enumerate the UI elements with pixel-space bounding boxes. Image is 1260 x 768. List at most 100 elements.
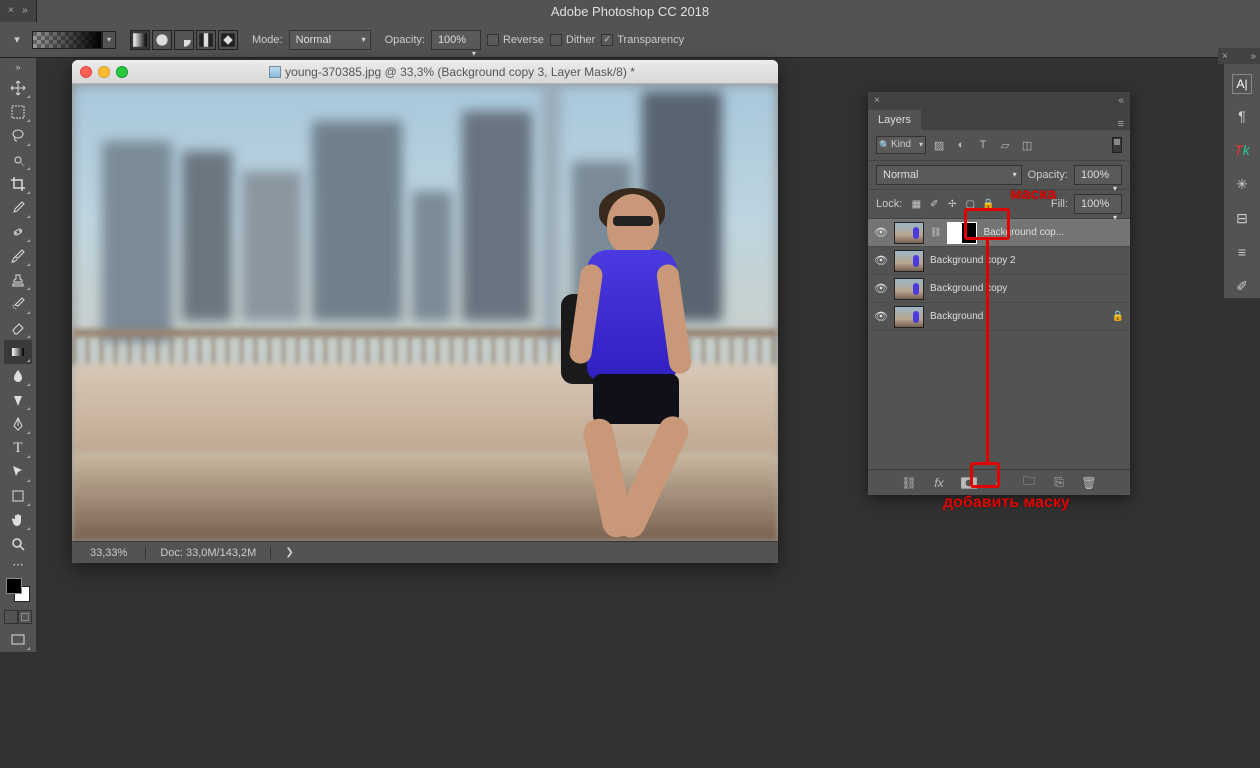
layer-row[interactable]: 👁 Background 🔒 <box>868 303 1130 331</box>
gradient-type-diamond[interactable] <box>218 30 238 50</box>
crop-tool[interactable] <box>4 172 32 196</box>
layer-row[interactable]: 👁 Background copy <box>868 275 1130 303</box>
type-tool[interactable]: T <box>4 436 32 460</box>
layer-thumbnail[interactable] <box>894 278 924 300</box>
layer-row[interactable]: 👁 ⛓ Background cop... <box>868 219 1130 247</box>
dither-checkbox[interactable]: Dither <box>550 34 595 46</box>
screen-mode[interactable] <box>4 628 32 652</box>
brush-tool[interactable] <box>4 244 32 268</box>
history-brush-tool[interactable] <box>4 292 32 316</box>
adjustments-panel-icon[interactable]: ≡ <box>1230 240 1254 264</box>
eraser-tool[interactable] <box>4 316 32 340</box>
healing-tool[interactable] <box>4 220 32 244</box>
quick-select-tool[interactable] <box>4 148 32 172</box>
gradient-tool[interactable] <box>4 340 32 364</box>
fill-dropdown[interactable]: 100% <box>1074 194 1122 214</box>
layer-name[interactable]: Background cop... <box>983 227 1124 238</box>
navigator-panel-icon[interactable]: ✳ <box>1230 172 1254 196</box>
gradient-picker-dropdown[interactable]: ▾ <box>102 31 116 49</box>
filter-kind-dropdown[interactable]: Kind <box>876 136 926 154</box>
opacity-dropdown[interactable]: 100% <box>431 30 481 50</box>
layer-name[interactable]: Background copy 2 <box>930 255 1124 266</box>
zoom-tool[interactable] <box>4 532 32 556</box>
minimized-panel-tab[interactable]: × » <box>0 0 37 22</box>
standard-mode-icon[interactable] <box>4 610 18 624</box>
dodge-tool[interactable] <box>4 388 32 412</box>
gradient-type-reflected[interactable] <box>196 30 216 50</box>
layer-opacity-dropdown[interactable]: 100% <box>1074 165 1122 185</box>
lock-all-icon[interactable]: 🔒 <box>980 196 996 212</box>
character-panel-icon[interactable]: A| <box>1232 74 1252 94</box>
layers-panel-menu[interactable]: ≡ <box>1112 118 1130 130</box>
window-zoom-icon[interactable] <box>116 66 128 78</box>
path-select-tool[interactable] <box>4 460 32 484</box>
zoom-level[interactable]: 33,33% <box>72 547 146 559</box>
properties-panel-icon[interactable]: ⊟ <box>1230 206 1254 230</box>
visibility-toggle[interactable]: 👁 <box>874 226 888 239</box>
gradient-preview[interactable] <box>32 31 102 49</box>
layer-row[interactable]: 👁 Background copy 2 <box>868 247 1130 275</box>
layer-name[interactable]: Background copy <box>930 283 1124 294</box>
filter-type-icon[interactable]: T <box>974 137 992 153</box>
marquee-tool[interactable] <box>4 100 32 124</box>
visibility-toggle[interactable]: 👁 <box>874 282 888 295</box>
quick-mask-icon[interactable] <box>18 610 32 624</box>
delete-layer-button[interactable]: 🗑 <box>1080 474 1098 492</box>
document-titlebar[interactable]: young-370385.jpg @ 33,3% (Background cop… <box>72 60 778 84</box>
layer-style-button[interactable]: fx <box>930 474 948 492</box>
lock-transparency-icon[interactable]: ▦ <box>908 196 924 212</box>
filter-toggle[interactable] <box>1112 137 1122 153</box>
lock-position-icon[interactable]: ✢ <box>944 196 960 212</box>
mask-link-icon[interactable]: ⛓ <box>930 227 941 238</box>
strip-close-icon[interactable]: × <box>1222 51 1228 62</box>
gradient-type-angle[interactable] <box>174 30 194 50</box>
eyedropper-tool[interactable] <box>4 196 32 220</box>
mode-dropdown[interactable]: Normal <box>289 30 371 50</box>
visibility-toggle[interactable]: 👁 <box>874 310 888 323</box>
lock-pixels-icon[interactable]: ✐ <box>926 196 942 212</box>
shape-tool[interactable] <box>4 484 32 508</box>
hand-tool[interactable] <box>4 508 32 532</box>
filter-smart-icon[interactable]: ◫ <box>1018 137 1036 153</box>
transparency-checkbox[interactable]: ✓Transparency <box>601 34 684 46</box>
tk-panel-icon[interactable]: Tk <box>1230 138 1254 162</box>
visibility-toggle[interactable]: 👁 <box>874 254 888 267</box>
panel-collapse-icon[interactable]: « <box>1118 95 1124 106</box>
window-minimize-icon[interactable] <box>98 66 110 78</box>
gradient-type-linear[interactable] <box>130 30 150 50</box>
layer-thumbnail[interactable] <box>894 222 924 244</box>
tool-preset-picker[interactable]: ▾ <box>8 31 26 49</box>
layer-name[interactable]: Background <box>930 311 1106 322</box>
pen-tool[interactable] <box>4 412 32 436</box>
new-layer-button[interactable]: ⎘ <box>1050 474 1068 492</box>
paragraph-panel-icon[interactable]: ¶ <box>1230 104 1254 128</box>
layer-thumbnail[interactable] <box>894 250 924 272</box>
document-canvas[interactable] <box>72 84 778 541</box>
new-group-button[interactable]: 🗀 <box>1020 474 1038 492</box>
new-adjustment-button[interactable]: ◐ <box>990 474 1008 492</box>
document-info[interactable]: Doc: 33,0M/143,2M <box>146 547 271 559</box>
panel-close-icon[interactable]: × <box>874 95 880 106</box>
link-layers-button[interactable]: ⛓ <box>900 474 918 492</box>
lock-artboard-icon[interactable]: ▢ <box>962 196 978 212</box>
filter-shape-icon[interactable]: ▱ <box>996 137 1014 153</box>
layer-thumbnail[interactable] <box>894 306 924 328</box>
move-tool[interactable] <box>4 76 32 100</box>
brushes-panel-icon[interactable]: ✐ <box>1230 274 1254 298</box>
blend-mode-dropdown[interactable]: Normal <box>876 165 1022 185</box>
lasso-tool[interactable] <box>4 124 32 148</box>
window-close-icon[interactable] <box>80 66 92 78</box>
gradient-type-radial[interactable] <box>152 30 172 50</box>
stamp-tool[interactable] <box>4 268 32 292</box>
filter-pixel-icon[interactable]: ▨ <box>930 137 948 153</box>
filter-adjustment-icon[interactable]: ◐ <box>952 137 970 153</box>
layers-tab[interactable]: Layers <box>868 110 921 130</box>
mask-thumbnail[interactable] <box>947 222 977 244</box>
edit-toolbar[interactable]: ⋯ <box>4 556 32 572</box>
blur-tool[interactable] <box>4 364 32 388</box>
add-mask-button[interactable] <box>960 474 978 492</box>
color-swatches[interactable] <box>4 576 32 604</box>
toolbox-expand[interactable]: » <box>15 62 20 72</box>
statusbar-menu[interactable]: ❯ <box>271 547 307 558</box>
reverse-checkbox[interactable]: Reverse <box>487 34 544 46</box>
